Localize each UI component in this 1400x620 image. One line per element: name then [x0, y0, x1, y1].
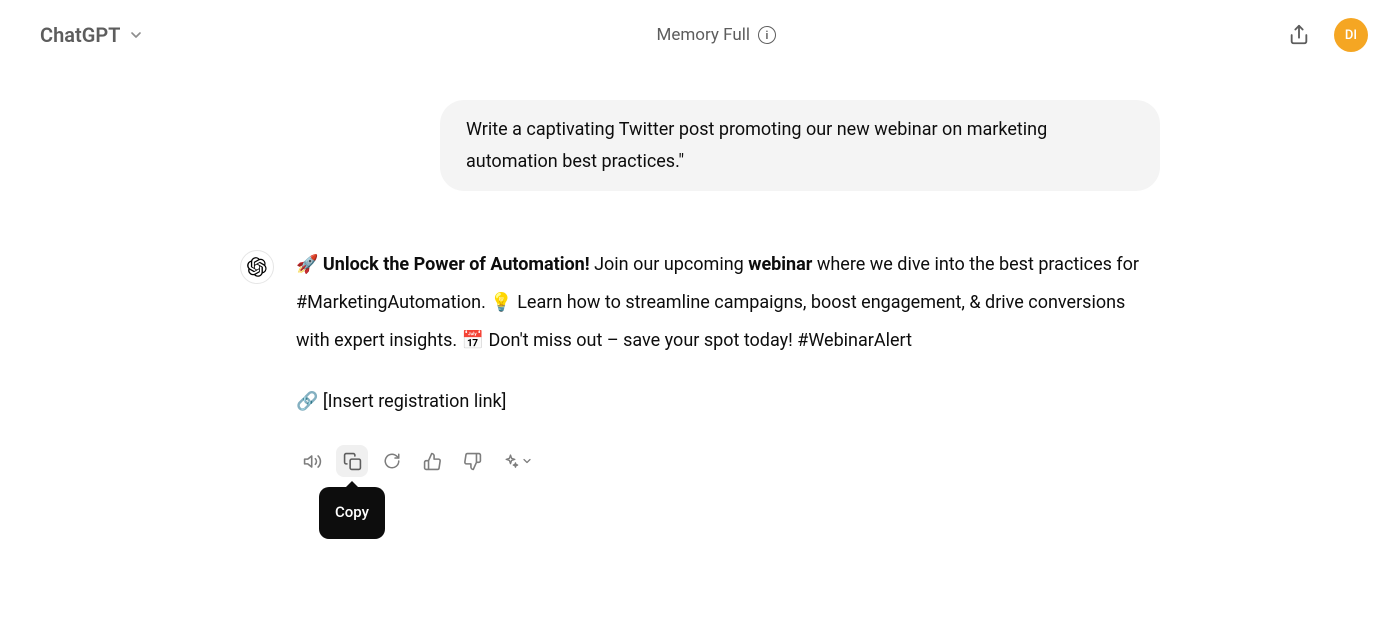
regenerate-button[interactable] — [376, 445, 408, 477]
thumbs-down-button[interactable] — [456, 445, 488, 477]
message-actions: Copy — [296, 445, 1160, 477]
link-placeholder: [Insert registration link] — [318, 391, 506, 412]
calendar-emoji: 📅 — [462, 330, 484, 351]
thumbs-up-icon — [423, 452, 442, 471]
link-emoji: 🔗 — [296, 391, 318, 412]
copy-tooltip: Copy — [319, 487, 385, 539]
info-icon: i — [758, 26, 776, 44]
assistant-paragraph-2: 🔗 [Insert registration link] — [296, 383, 1160, 421]
copy-button[interactable]: Copy — [336, 445, 368, 477]
assistant-avatar — [240, 250, 274, 284]
text-part-4: Don't miss out – save your spot today! #… — [484, 330, 912, 351]
bulb-emoji: 💡 — [490, 292, 512, 313]
change-model-button[interactable] — [496, 449, 539, 474]
text-part-1: Join our upcoming — [590, 254, 749, 275]
chevron-down-icon — [521, 455, 533, 467]
copy-icon — [343, 452, 362, 471]
thumbs-down-icon — [463, 452, 482, 471]
memory-status[interactable]: Memory Full i — [656, 25, 775, 45]
rocket-emoji: 🚀 — [296, 254, 318, 275]
memory-status-text: Memory Full — [656, 25, 749, 45]
openai-logo-icon — [247, 257, 267, 277]
thumbs-up-button[interactable] — [416, 445, 448, 477]
sparkle-icon — [502, 453, 519, 470]
user-avatar[interactable]: DI — [1334, 18, 1368, 52]
bold-webinar: webinar — [748, 254, 812, 275]
app-title: ChatGPT — [40, 23, 120, 47]
user-message-bubble: Write a captivating Twitter post promoti… — [440, 100, 1160, 191]
user-message-row: Write a captivating Twitter post promoti… — [240, 100, 1160, 191]
chevron-down-icon — [128, 27, 144, 43]
speaker-icon — [303, 452, 322, 471]
read-aloud-button[interactable] — [296, 445, 328, 477]
refresh-icon — [383, 452, 401, 470]
assistant-paragraph-1: 🚀 Unlock the Power of Automation! Join o… — [296, 246, 1160, 359]
model-switcher[interactable]: ChatGPT — [40, 23, 144, 47]
bold-lead: Unlock the Power of Automation! — [323, 254, 590, 275]
assistant-message-content: 🚀 Unlock the Power of Automation! Join o… — [296, 246, 1160, 477]
share-button[interactable] — [1288, 24, 1310, 46]
assistant-message-row: 🚀 Unlock the Power of Automation! Join o… — [240, 246, 1160, 477]
